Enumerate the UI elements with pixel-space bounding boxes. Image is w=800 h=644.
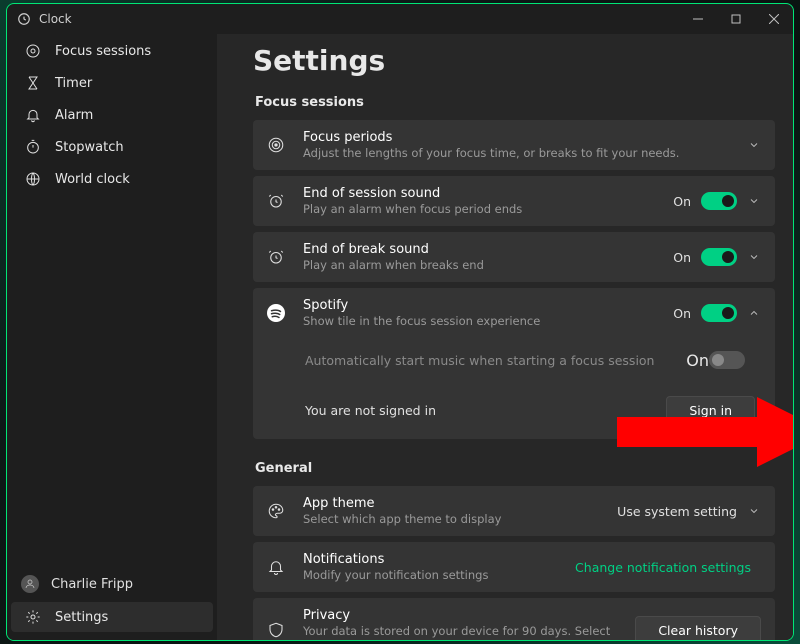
maximize-button[interactable]: [717, 4, 755, 34]
app-title: Clock: [39, 12, 72, 26]
setting-end-session-row[interactable]: End of session sound Play an alarm when …: [253, 176, 775, 226]
setting-focus-periods-row[interactable]: Focus periods Adjust the lengths of your…: [253, 120, 775, 170]
toggle-end-session[interactable]: [701, 192, 737, 210]
setting-app-theme: App theme Select which app theme to disp…: [253, 486, 775, 536]
alarm-icon: [25, 107, 41, 123]
setting-spotify: Spotify Show tile in the focus session e…: [253, 288, 775, 439]
clear-history-button[interactable]: Clear history: [635, 616, 761, 641]
user-name: Charlie Fripp: [51, 577, 133, 592]
setting-desc: Select which app theme to display: [303, 512, 617, 526]
bell-icon: [267, 558, 285, 576]
sidebar-item-label: World clock: [55, 172, 130, 187]
sidebar-item-label: Settings: [55, 610, 108, 625]
chevron-down-icon: [747, 194, 761, 208]
chevron-down-icon: [747, 138, 761, 152]
sidebar-item-label: Stopwatch: [55, 140, 124, 155]
setting-end-break-sound: End of break sound Play an alarm when br…: [253, 232, 775, 282]
avatar-icon: [21, 575, 39, 593]
clock-app-icon: [17, 12, 31, 26]
toggle-spotify-autostart: [709, 351, 745, 369]
signin-button[interactable]: Sign in: [666, 396, 755, 425]
sidebar-item-timer[interactable]: Timer: [11, 68, 213, 98]
setting-title: Privacy: [303, 608, 635, 623]
gear-icon: [25, 609, 41, 625]
setting-desc: Modify your notification settings: [303, 568, 575, 582]
user-account-row[interactable]: Charlie Fripp: [7, 566, 217, 602]
stopwatch-icon: [25, 139, 41, 155]
close-button[interactable]: [755, 4, 793, 34]
setting-privacy-row[interactable]: Privacy Your data is stored on your devi…: [253, 598, 775, 640]
setting-end-session-sound: End of session sound Play an alarm when …: [253, 176, 775, 226]
setting-title: End of session sound: [303, 186, 673, 201]
sidebar-item-focus-sessions[interactable]: Focus sessions: [11, 36, 213, 66]
setting-focus-periods: Focus periods Adjust the lengths of your…: [253, 120, 775, 170]
setting-desc: Play an alarm when breaks end: [303, 258, 673, 272]
focus-icon: [25, 43, 41, 59]
sidebar-item-world-clock[interactable]: World clock: [11, 164, 213, 194]
page-title: Settings: [253, 44, 775, 77]
group-general: General: [255, 461, 775, 476]
signin-message: You are not signed in: [305, 403, 666, 418]
shield-icon: [267, 621, 285, 639]
spotify-signin-row: You are not signed in Sign in: [253, 382, 775, 439]
setting-title: Notifications: [303, 552, 575, 567]
setting-desc: Show tile in the focus session experienc…: [303, 314, 673, 328]
palette-icon: [267, 502, 285, 520]
setting-notifications-row[interactable]: Notifications Modify your notification s…: [253, 542, 775, 592]
alarm-clock-icon: [267, 192, 285, 210]
toggle-state: On: [673, 194, 691, 209]
setting-end-break-row[interactable]: End of break sound Play an alarm when br…: [253, 232, 775, 282]
setting-title: App theme: [303, 496, 617, 511]
toggle-state: On: [673, 306, 691, 321]
chevron-down-icon: [747, 504, 761, 518]
toggle-state: On: [673, 250, 691, 265]
setting-privacy: Privacy Your data is stored on your devi…: [253, 598, 775, 640]
setting-sub-desc: Automatically start music when starting …: [305, 353, 686, 368]
sidebar-item-label: Focus sessions: [55, 44, 151, 59]
setting-spotify-autostart-row: Automatically start music when starting …: [253, 338, 775, 382]
sidebar-item-stopwatch[interactable]: Stopwatch: [11, 132, 213, 162]
setting-desc: Adjust the lengths of your focus time, o…: [303, 146, 747, 160]
toggle-end-break[interactable]: [701, 248, 737, 266]
world-clock-icon: [25, 171, 41, 187]
spotify-icon: [267, 304, 285, 322]
setting-desc: Play an alarm when focus period ends: [303, 202, 673, 216]
setting-spotify-row[interactable]: Spotify Show tile in the focus session e…: [253, 288, 775, 338]
sidebar-item-label: Timer: [55, 76, 92, 91]
setting-title: End of break sound: [303, 242, 673, 257]
setting-title: Spotify: [303, 298, 673, 313]
toggle-state: On: [686, 351, 709, 370]
setting-app-theme-row[interactable]: App theme Select which app theme to disp…: [253, 486, 775, 536]
setting-notifications: Notifications Modify your notification s…: [253, 542, 775, 592]
alarm-clock-icon: [267, 248, 285, 266]
chevron-up-icon: [747, 306, 761, 320]
setting-desc: Your data is stored on your device for 9…: [303, 624, 635, 640]
target-icon: [267, 136, 285, 154]
chevron-down-icon: [747, 250, 761, 264]
toggle-spotify[interactable]: [701, 304, 737, 322]
sidebar-item-alarm[interactable]: Alarm: [11, 100, 213, 130]
sidebar: Focus sessions Timer Alarm Stopwatch Wor…: [7, 34, 217, 640]
group-focus-sessions: Focus sessions: [255, 95, 775, 110]
sidebar-item-settings[interactable]: Settings: [11, 602, 213, 632]
notifications-link[interactable]: Change notification settings: [575, 560, 751, 575]
sidebar-item-label: Alarm: [55, 108, 93, 123]
dropdown-value: Use system setting: [617, 504, 737, 519]
app-window: Clock Focus sessions Timer Alarm Stopwat…: [6, 3, 794, 641]
timer-icon: [25, 75, 41, 91]
settings-content: Settings Focus sessions Focus periods Ad…: [217, 34, 793, 640]
titlebar: Clock: [7, 4, 793, 34]
minimize-button[interactable]: [679, 4, 717, 34]
setting-title: Focus periods: [303, 130, 747, 145]
